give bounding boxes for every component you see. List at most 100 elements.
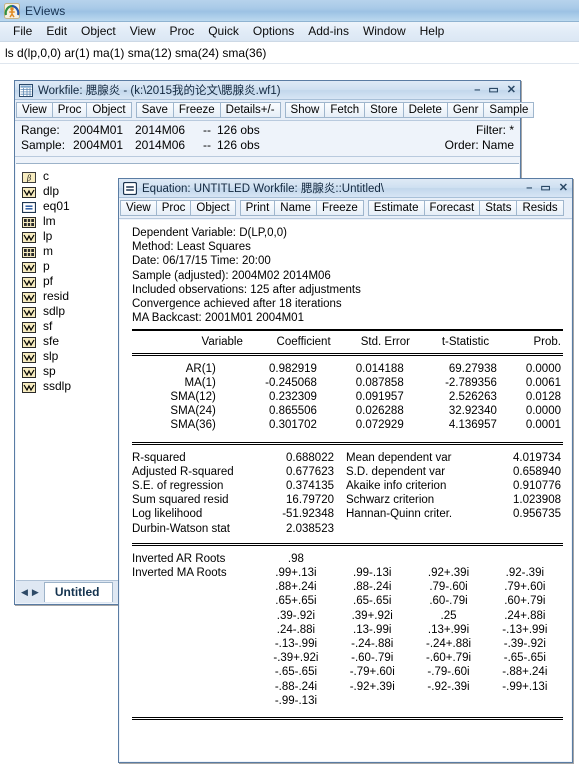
cell-std-error: 0.087858 [355, 376, 404, 389]
equation-stats-button[interactable]: Stats [479, 200, 518, 216]
tab-scroll-right-icon[interactable]: ▶ [30, 587, 41, 598]
equation-object-button[interactable]: Object [190, 200, 236, 216]
equation-resids-button[interactable]: Resids [516, 200, 564, 216]
sample-start: 2004M01 [73, 138, 124, 152]
statistic-row: Durbin-Watson stat 2.038523 [132, 522, 563, 536]
workfile-store-button[interactable]: Store [364, 102, 404, 118]
stat-label-right: Akaike info criterion [346, 480, 447, 493]
roots-label-spacer [132, 594, 258, 608]
inverted-ar-roots-row: Inverted AR Roots .98 [132, 552, 563, 566]
root-value: .65-.65i [353, 595, 392, 608]
workfile-object-label: eq01 [43, 198, 70, 213]
series-icon [22, 305, 36, 318]
equation-window[interactable]: Equation: UNTITLED Workfile: 腮腺炎::Untitl… [118, 178, 573, 763]
stat-value-left: 0.374135 [286, 480, 334, 493]
workfile-freeze-button[interactable]: Freeze [172, 102, 221, 118]
statistic-row: S.E. of regression 0.374135 Akaike info cr… [132, 479, 563, 493]
sample-dash: -- [203, 138, 211, 152]
workfile-details-button[interactable]: Details+/- [219, 102, 281, 118]
root-value: -.60-.79i [351, 652, 394, 665]
cell-t-statistic: -2.789356 [445, 376, 497, 389]
equation-maximize-button[interactable]: ▭ [540, 182, 550, 194]
roots-label-spacer [132, 694, 258, 708]
workfile-fetch-button[interactable]: Fetch [324, 102, 366, 118]
menu-item-options[interactable]: Options [246, 23, 301, 40]
equation-toolbar: View Proc Object Print Name Freeze Estim… [119, 198, 572, 219]
root-value: -.92-.39i [427, 680, 470, 693]
equation-close-button[interactable]: ✕ [559, 182, 568, 194]
root-value: .65+.65i [275, 595, 317, 608]
workfile-sample-row: Sample: 2004M01 2014M06 -- 126 obs Order… [21, 138, 514, 153]
workfile-toolbar: View Proc Object Save Freeze Details+/- … [15, 100, 535, 121]
menu-item-edit[interactable]: Edit [39, 23, 74, 40]
equation-header-line: Sample (adjusted): 2004M02 2014M06 [132, 269, 331, 282]
series-icon [22, 230, 36, 243]
menu-item-file[interactable]: File [6, 23, 39, 40]
statistic-row: Adjusted R-squared 0.677623 S.D. dependent… [132, 465, 563, 479]
workfile-object-label: ssdlp [43, 378, 72, 393]
equation-proc-button[interactable]: Proc [155, 200, 192, 216]
equation-minimize-button[interactable]: – [526, 182, 532, 194]
workfile-maximize-button[interactable]: ▭ [488, 84, 498, 96]
root-value: .79+.60i [504, 581, 546, 594]
equation-titlebar[interactable]: Equation: UNTITLED Workfile: 腮腺炎::Untitl… [119, 179, 572, 198]
equation-print-button[interactable]: Print [239, 200, 276, 216]
col-header-std-error: Std. Error [360, 336, 410, 349]
coefficient-row: AR(1) 0.982919 0.014188 69.27938 0.0000 [132, 362, 563, 376]
workfile-proc-button[interactable]: Proc [51, 102, 88, 118]
workfile-show-button[interactable]: Show [284, 102, 326, 118]
menu-item-view[interactable]: View [123, 23, 163, 40]
equation-view-button[interactable]: View [120, 200, 157, 216]
menu-item-add-ins[interactable]: Add-ins [301, 23, 356, 40]
equation-name-button[interactable]: Name [274, 200, 317, 216]
workfile-tab-untitled[interactable]: Untitled [43, 582, 113, 602]
statistic-row: Sum squared resid 16.79720 Schwarz criteri… [132, 493, 563, 507]
range-obs: 126 obs [217, 123, 260, 137]
workfile-order-label: Order: Name [444, 138, 514, 152]
workfile-sample-button[interactable]: Sample [483, 102, 535, 118]
cell-std-error: 0.072929 [355, 419, 404, 432]
equation-freeze-button[interactable]: Freeze [315, 200, 364, 216]
workfile-object-label: dlp [43, 183, 60, 198]
svg-text:β: β [26, 174, 31, 183]
equation-header-line: Included observations: 125 after adjustm… [132, 283, 361, 296]
root-value: -.24-.88i [351, 638, 394, 651]
coefficient-row: MA(1) -0.245068 0.087858 -2.789356 0.0061 [132, 376, 563, 390]
workfile-object-button[interactable]: Object [86, 102, 132, 118]
stat-value-left: 2.038523 [286, 522, 334, 535]
eviews-logo-icon [4, 2, 20, 19]
inverted-ma-roots-row: -.13-.99i -.24-.88i -.24+.88i -.39-.92i [132, 637, 563, 651]
workfile-view-button[interactable]: View [16, 102, 53, 118]
coefficient-row: SMA(24) 0.865506 0.026288 32.92340 0.0000 [132, 404, 563, 418]
equation-forecast-button[interactable]: Forecast [423, 200, 481, 216]
series-icon [22, 380, 36, 393]
stat-label-left: R-squared [132, 451, 186, 464]
workfile-object-label: sp [43, 363, 56, 378]
series-icon [22, 275, 36, 288]
coefficient-table: Variable Coefficient Std. Error t-Statis… [132, 335, 563, 349]
command-line-area[interactable]: ls d(lp,0,0) ar(1) ma(1) sma(12) sma(24)… [0, 42, 579, 64]
root-value: -.39-.92i [503, 638, 546, 651]
menu-item-proc[interactable]: Proc [163, 23, 202, 40]
cell-t-statistic: 69.27938 [448, 362, 497, 375]
tab-scroll-left-icon[interactable]: ◀ [19, 587, 30, 598]
workfile-titlebar[interactable]: Workfile: 腮腺炎 - (k:\2015我的论文\腮腺炎.wf1) – … [15, 81, 520, 100]
root-value: .92+.39i [427, 567, 470, 580]
workfile-genr-button[interactable]: Genr [446, 102, 485, 118]
menu-item-object[interactable]: Object [74, 23, 123, 40]
workfile-object-label: lm [43, 213, 56, 228]
menu-item-quick[interactable]: Quick [201, 23, 246, 40]
workfile-delete-button[interactable]: Delete [402, 102, 448, 118]
workfile-minimize-button[interactable]: – [474, 84, 480, 96]
menu-item-window[interactable]: Window [356, 23, 413, 40]
root-value: .24-.88i [276, 623, 316, 636]
workfile-save-button[interactable]: Save [135, 102, 174, 118]
menu-item-help[interactable]: Help [413, 23, 452, 40]
root-value: .79-.60i [429, 581, 468, 594]
equation-output-pane[interactable]: Dependent Variable: D(LP,0,0) Method: Lea… [120, 220, 571, 761]
workfile-close-button[interactable]: ✕ [507, 84, 516, 96]
sample-end: 2014M06 [135, 138, 186, 152]
col-header-prob: Prob. [533, 336, 562, 349]
equation-estimate-button[interactable]: Estimate [367, 200, 425, 216]
cell-prob: 0.0061 [525, 376, 561, 389]
